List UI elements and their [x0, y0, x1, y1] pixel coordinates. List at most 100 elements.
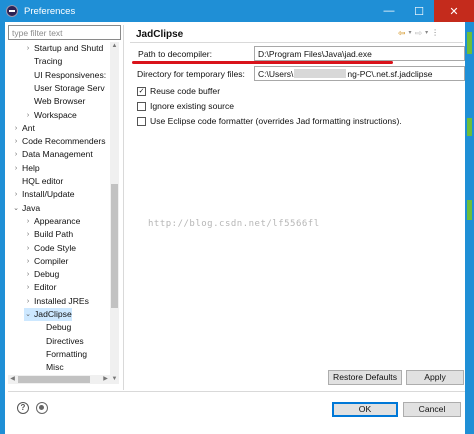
forward-dropdown-icon[interactable]: ▾ — [425, 27, 428, 39]
back-dropdown-icon[interactable]: ▾ — [409, 27, 412, 39]
decompiler-label: Path to decompiler: — [138, 49, 213, 59]
decompiler-path-field[interactable]: D:\Program Files\Java\jad.exe — [254, 46, 465, 61]
tree-item[interactable]: › Help — [12, 162, 40, 175]
window-controls: — ☐ ✕ — [374, 0, 474, 22]
tree-item[interactable]: › Workspace — [24, 109, 77, 122]
tree-hscroll-thumb[interactable] — [18, 376, 90, 383]
tree-item[interactable]: HQL editor — [12, 175, 63, 188]
eclipse-icon — [6, 5, 18, 17]
tree-item-label: Data Management — [22, 149, 93, 160]
tree-item-label: Java — [22, 202, 41, 213]
tree-scroll-thumb[interactable] — [111, 184, 118, 308]
help-icon[interactable]: ? — [17, 402, 29, 414]
tree-item-label: Ant — [22, 122, 35, 133]
tree-item[interactable]: Misc — [36, 361, 64, 374]
minimize-button[interactable]: — — [374, 0, 404, 22]
tree-item-label: Startup and Shutd — [34, 43, 104, 53]
tree-item-label: User Storage Serv — [34, 82, 105, 93]
checkbox-label: Reuse code buffer — [150, 86, 221, 96]
tree-item-label: Debug — [34, 269, 60, 280]
close-button[interactable]: ✕ — [434, 0, 474, 22]
tree-item[interactable]: ⌄ JadClipse — [24, 308, 72, 321]
expand-chevron-icon[interactable]: › — [24, 42, 32, 55]
tree-item[interactable]: Tracing — [24, 55, 62, 68]
tree-item[interactable]: Directives — [36, 335, 84, 348]
checkbox-box[interactable] — [137, 116, 146, 126]
tempdir-prefix: C:\Users\ — [258, 69, 294, 79]
expand-chevron-icon[interactable]: › — [12, 188, 20, 201]
expand-chevron-icon[interactable]: › — [24, 281, 32, 294]
tree-item[interactable]: Web Browser — [24, 95, 85, 108]
tree-vertical-scrollbar[interactable]: ▲ ▼ — [110, 42, 119, 384]
expand-chevron-icon[interactable]: › — [24, 295, 32, 308]
tree-item-label: Compiler — [34, 255, 69, 266]
title-bar: Preferences — ☐ ✕ — [0, 0, 474, 22]
tree-item-label: UI Responsivenes: — [34, 69, 107, 80]
tree-item[interactable]: › Code Recommenders — [12, 135, 106, 148]
tree-item[interactable]: User Storage Serv — [24, 82, 105, 95]
tempdir-field[interactable]: C:\Users\ ng-PC\.net.sf.jadclipse — [254, 66, 465, 81]
tree-item-label: Web Browser — [34, 96, 86, 107]
expand-chevron-icon[interactable]: › — [12, 162, 20, 175]
tree-item[interactable]: › Build Path — [24, 228, 73, 241]
ignore-existing-source-checkbox[interactable]: Ignore existing source — [137, 101, 234, 111]
maximize-button[interactable]: ☐ — [404, 0, 434, 22]
ok-button[interactable]: OK — [332, 402, 398, 417]
tree-item-label: Install/Update — [22, 189, 75, 200]
restore-defaults-button[interactable]: Restore Defaults — [328, 370, 402, 385]
scroll-up-arrow-icon[interactable]: ▲ — [110, 42, 119, 51]
tree-item-label: Code Style — [34, 242, 77, 253]
tree-item[interactable]: Debug — [36, 321, 71, 334]
view-menu-icon[interactable]: ⋮ — [431, 27, 439, 39]
tree-item-label: Formatting — [46, 348, 88, 359]
checkbox-box[interactable]: ✓ — [137, 86, 146, 96]
tree-item-label: Debug — [46, 322, 72, 333]
expand-chevron-icon[interactable]: › — [24, 242, 32, 255]
tree-item-label: Misc — [46, 362, 64, 373]
back-arrow-icon[interactable]: ⇦ — [398, 27, 406, 39]
tree-item-label: Build Path — [34, 229, 74, 240]
expand-chevron-icon[interactable]: ⌄ — [24, 308, 32, 321]
expand-chevron-icon[interactable]: › — [12, 135, 20, 148]
record-icon[interactable] — [36, 402, 48, 414]
apply-button[interactable]: Apply — [406, 370, 464, 385]
preferences-tree: › Startup and Shutd Tracing UI Responsivene… — [8, 42, 119, 384]
tree-item[interactable]: ⌄ Java — [12, 202, 40, 215]
tree-horizontal-scrollbar[interactable]: ◀ ▶ — [8, 375, 110, 384]
scroll-left-arrow-icon[interactable]: ◀ — [8, 375, 17, 384]
tree-item[interactable]: › Startup and Shutd — [24, 42, 103, 55]
tree-item[interactable]: › Editor — [24, 281, 57, 294]
forward-arrow-icon[interactable]: ⇨ — [415, 27, 423, 39]
expand-chevron-icon[interactable]: › — [24, 228, 32, 241]
title-separator — [130, 42, 463, 43]
reuse-code-buffer-checkbox[interactable]: ✓ Reuse code buffer — [137, 86, 220, 96]
checkbox-box[interactable] — [137, 101, 146, 111]
tree-item[interactable]: › Ant — [12, 122, 35, 135]
tree-item[interactable]: › Debug — [24, 268, 60, 281]
expand-chevron-icon[interactable]: › — [24, 255, 32, 268]
watermark: http://blog.csdn.net/lf5566fl — [148, 219, 320, 229]
expand-chevron-icon[interactable]: ⌄ — [12, 202, 20, 215]
cancel-button[interactable]: Cancel — [403, 402, 461, 417]
checkbox-label: Use Eclipse code formatter (overrides Ja… — [150, 116, 402, 126]
eclipse-formatter-checkbox[interactable]: Use Eclipse code formatter (overrides Ja… — [137, 116, 402, 126]
tree-item[interactable]: › Data Management — [12, 148, 93, 161]
tree-item[interactable]: › Appearance — [24, 215, 81, 228]
tree-item[interactable]: UI Responsivenes: — [24, 69, 106, 82]
scroll-right-arrow-icon[interactable]: ▶ — [101, 375, 110, 384]
tree-item[interactable]: › Installed JREs — [24, 295, 89, 308]
panel-divider[interactable] — [123, 25, 124, 390]
window-frame-left — [0, 22, 5, 434]
expand-chevron-icon[interactable]: › — [24, 268, 32, 281]
tree-item-label: Directives — [46, 335, 84, 346]
expand-chevron-icon[interactable]: › — [24, 109, 32, 122]
expand-chevron-icon[interactable]: › — [24, 215, 32, 228]
tree-item[interactable]: › Install/Update — [12, 188, 75, 201]
filter-input[interactable] — [8, 25, 121, 40]
scroll-down-arrow-icon[interactable]: ▼ — [110, 375, 119, 384]
expand-chevron-icon[interactable]: › — [12, 148, 20, 161]
tree-item[interactable]: › Code Style — [24, 242, 76, 255]
expand-chevron-icon[interactable]: › — [12, 122, 20, 135]
tree-item[interactable]: Formatting — [36, 348, 87, 361]
tree-item[interactable]: › Compiler — [24, 255, 69, 268]
